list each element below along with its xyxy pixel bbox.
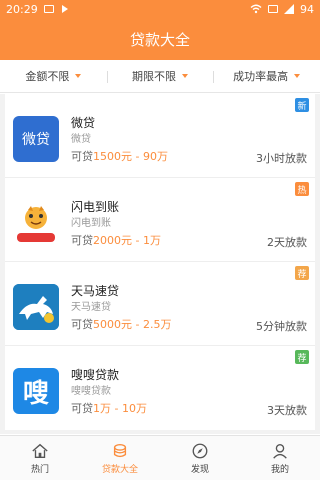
shandian-logo [13,200,59,246]
bottom-nav: 热门 贷款大全 发现 我的 [0,435,320,480]
tag-badge: 荐 [295,266,309,280]
status-right: 94 [250,3,314,16]
sousou-logo-text: 嗖 [22,378,49,409]
loan-range: 可贷5000元 - 2.5万 [71,316,171,332]
filter-term-label: 期限不限 [132,70,176,83]
loan-speed: 5分钟放款 [256,320,307,333]
signal-icon [284,4,294,14]
loan-subtitle: 闪电到账 [71,218,111,229]
status-bar: 20:29 94 [0,0,320,18]
status-left: 20:29 [6,3,68,16]
loan-range-value: 1500元 - 90万 [93,150,168,163]
loan-subtitle: 嗖嗖贷款 [71,386,111,397]
sim-icon [268,5,278,13]
page-title: 贷款大全 [129,30,190,49]
compass-icon [192,443,208,458]
loan-list: 新 微贷 微贷 微贷 可贷1500元 - 90万 3小时放款 热 闪电到账 闪电… [0,94,320,434]
loan-range: 可贷2000元 - 1万 [71,232,161,248]
loan-range: 可贷1500元 - 90万 [71,148,168,164]
loan-range-value: 2000元 - 1万 [93,234,161,247]
tiger-illustration-icon [13,200,59,246]
loan-range-value: 1万 - 10万 [93,402,147,415]
weidai-logo: 微贷 [13,116,59,162]
loan-range-prefix: 可贷 [71,150,93,163]
loan-name: 天马速贷 [71,284,120,298]
play-icon [61,5,68,13]
filter-success-rate[interactable]: 成功率最高 [213,68,320,84]
caret-down-icon [75,74,82,78]
caret-down-icon [182,74,188,78]
loan-subtitle: 微贷 [71,134,91,145]
home-icon [32,443,48,458]
filter-amount-label: 金额不限 [25,70,70,83]
nav-discover[interactable]: 发现 [160,436,240,480]
wifi-icon [250,4,262,14]
filter-success-rate-label: 成功率最高 [233,70,289,83]
filter-bar: 金额不限 期限不限 成功率最高 [0,60,320,93]
tag-badge: 荐 [295,350,309,364]
nav-loans[interactable]: 贷款大全 [80,436,160,480]
horse-icon [13,284,59,330]
loan-speed: 3小时放款 [256,152,307,165]
loan-range-prefix: 可贷 [71,402,93,415]
loan-card-weidai[interactable]: 新 微贷 微贷 微贷 可贷1500元 - 90万 3小时放款 [5,94,315,178]
nav-discover-label: 发现 [190,464,209,475]
loan-subtitle: 天马速贷 [71,302,111,313]
notification-icon [43,5,54,13]
loan-range-prefix: 可贷 [71,318,93,331]
caret-down-icon [294,74,301,78]
loan-card-shandian[interactable]: 热 闪电到账 闪电到账 可贷2000元 - 1万 2天放款 [5,178,315,262]
loan-speed: 2天放款 [267,236,307,249]
nav-me-label: 我的 [270,464,289,475]
loan-range-prefix: 可贷 [71,234,93,247]
coins-icon [113,443,127,457]
tag-badge: 热 [295,182,309,196]
sousou-logo: 嗖 [13,368,59,414]
nav-me[interactable]: 我的 [240,436,320,480]
tag-badge: 新 [295,98,309,112]
nav-hot[interactable]: 热门 [0,436,80,480]
loan-name: 闪电到账 [71,200,120,214]
loan-name: 嗖嗖贷款 [71,368,120,382]
weidai-logo-text: 微贷 [22,132,50,148]
filter-term[interactable]: 期限不限 [106,68,214,84]
loan-speed: 3天放款 [267,404,307,417]
filter-amount[interactable]: 金额不限 [0,68,107,84]
loan-card-tianma[interactable]: 荐 天马速贷 天马速贷 可贷5000元 - 2.5万 5分钟放款 [5,262,315,346]
user-icon [273,443,287,459]
loan-range: 可贷1万 - 10万 [71,400,147,416]
battery-level: 94 [300,2,314,16]
title-bar: 贷款大全 [0,18,320,60]
status-time: 20:29 [6,2,38,16]
loan-range-value: 5000元 - 2.5万 [93,318,172,331]
loan-card-sousou[interactable]: 荐 嗖 嗖嗖贷款 嗖嗖贷款 可贷1万 - 10万 3天放款 [5,346,315,430]
nav-hot-label: 热门 [30,464,49,475]
tianma-logo [13,284,59,330]
loan-name: 微贷 [71,116,96,130]
nav-loans-label: 贷款大全 [101,464,138,475]
